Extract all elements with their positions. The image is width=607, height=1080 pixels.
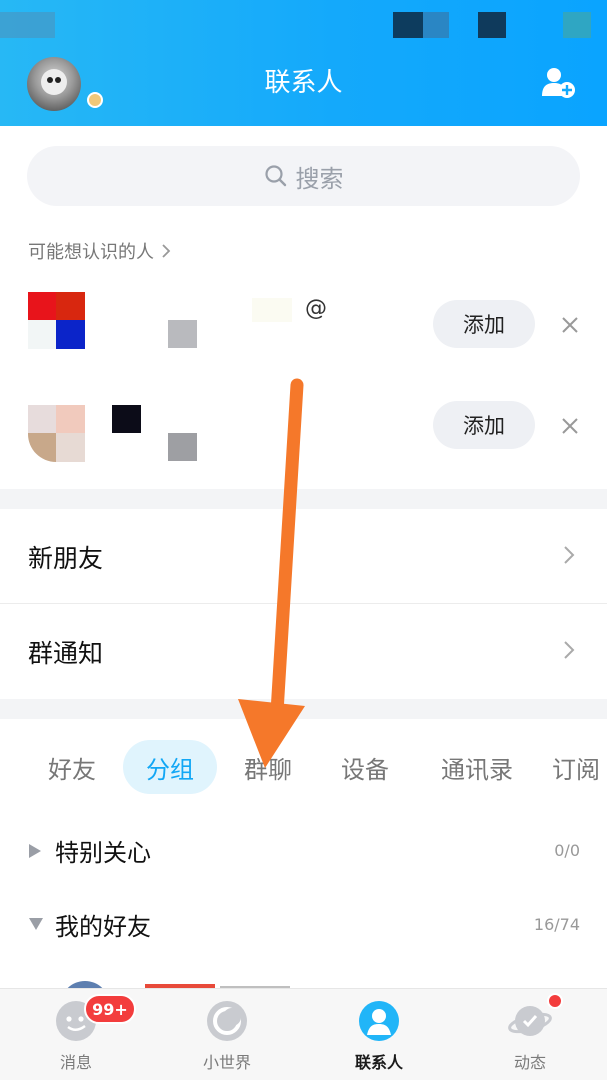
recommend-item[interactable]: 添加 — [0, 377, 607, 477]
recommend-name: @ — [305, 296, 327, 321]
chevron-right-icon — [162, 244, 171, 258]
add-button[interactable]: 添加 — [433, 300, 535, 348]
recommend-section-label[interactable]: 可能想认识的人 — [28, 238, 172, 264]
mosaic-blur — [252, 298, 292, 322]
page-title: 联系人 — [264, 68, 343, 98]
header-bar: 联系人 — [0, 0, 607, 126]
nav-label: 动态 — [513, 1053, 546, 1072]
search-icon — [264, 165, 286, 187]
close-icon[interactable] — [558, 313, 582, 337]
unread-badge: 99+ — [84, 994, 136, 1024]
add-button[interactable]: 添加 — [433, 401, 535, 449]
status-bar — [0, 12, 607, 40]
chevron-right-icon — [564, 641, 575, 659]
recommend-item[interactable]: @ 添加 — [0, 276, 607, 376]
nav-contacts[interactable]: 联系人 — [324, 989, 434, 1080]
recommend-avatar — [28, 405, 85, 462]
small-world-icon — [207, 1001, 247, 1041]
tab-devices[interactable]: 设备 — [325, 740, 405, 794]
nav-label: 小世界 — [202, 1053, 251, 1072]
chevron-right-icon — [564, 546, 575, 564]
group-special-care[interactable]: 特别关心 0/0 — [0, 827, 607, 877]
nav-label: 消息 — [59, 1053, 92, 1072]
group-notice-row[interactable]: 群通知 — [0, 604, 607, 699]
section-divider — [0, 699, 607, 719]
nav-small-world[interactable]: 小世界 — [172, 989, 282, 1080]
tab-group-chats[interactable]: 群聊 — [228, 740, 308, 794]
group-my-friends[interactable]: 我的好友 16/74 — [0, 901, 607, 951]
mosaic-blur — [168, 433, 197, 461]
group-name: 我的好友 — [55, 913, 151, 941]
mosaic-blur — [168, 320, 197, 348]
group-count: 16/74 — [533, 915, 580, 934]
group-name: 特别关心 — [55, 839, 151, 867]
planet-icon — [508, 1006, 552, 1036]
recommend-label-text: 可能想认识的人 — [28, 242, 154, 263]
group-count: 0/0 — [554, 841, 580, 860]
tab-friends[interactable]: 好友 — [32, 740, 112, 794]
collapsed-triangle-icon — [29, 844, 41, 858]
group-notice-label: 群通知 — [28, 638, 104, 668]
expanded-triangle-icon — [29, 918, 43, 930]
partial-friend-row[interactable] — [60, 975, 300, 989]
nav-label: 联系人 — [354, 1053, 403, 1072]
tab-address-book[interactable]: 通讯录 — [425, 740, 529, 794]
close-icon[interactable] — [558, 414, 582, 438]
search-input[interactable]: 搜索 — [27, 146, 580, 206]
contacts-tabs: 好友 分组 群聊 设备 通讯录 订阅 — [0, 740, 607, 796]
search-placeholder: 搜索 — [295, 164, 344, 193]
recommend-avatar — [28, 292, 85, 349]
tab-subscriptions[interactable]: 订阅 — [552, 740, 607, 794]
section-divider — [0, 489, 607, 509]
mosaic-blur — [112, 405, 141, 433]
nav-feed[interactable]: 动态 — [475, 989, 585, 1080]
new-friends-row[interactable]: 新朋友 — [0, 509, 607, 604]
contacts-icon — [359, 1001, 399, 1041]
new-friends-label: 新朋友 — [28, 543, 104, 573]
tab-groups[interactable]: 分组 — [123, 740, 217, 794]
add-contact-button[interactable] — [541, 66, 577, 100]
add-contact-icon — [542, 68, 575, 98]
notification-dot — [547, 993, 563, 1009]
